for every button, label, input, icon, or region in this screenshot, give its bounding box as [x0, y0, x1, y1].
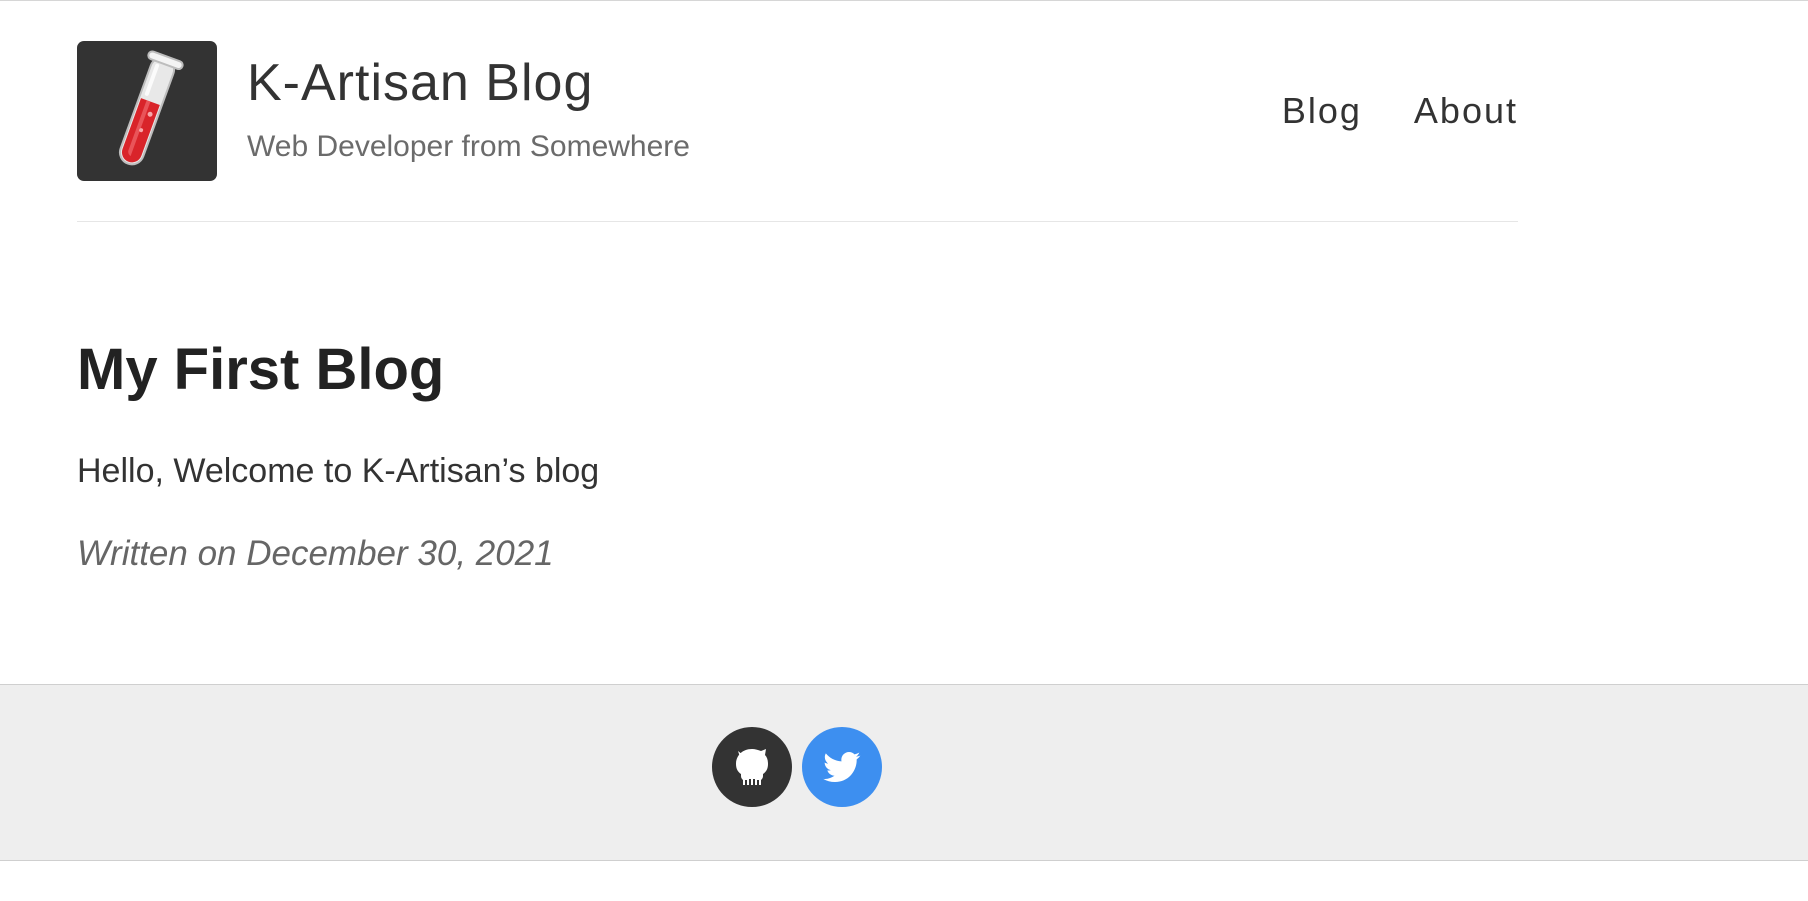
footer: [0, 684, 1808, 861]
test-tube-icon: [118, 50, 184, 166]
post-title: My First Blog: [77, 337, 445, 402]
site-title[interactable]: K-Artisan Blog: [247, 54, 593, 112]
main-nav: Blog About: [1282, 89, 1518, 132]
post-body: Hello, Welcome to K-Artisan’s blog: [77, 451, 600, 490]
twitter-link[interactable]: [802, 727, 882, 807]
site-logo-link[interactable]: [77, 41, 217, 181]
masthead: K-Artisan Blog Web Developer from Somewh…: [77, 41, 1518, 222]
post-date: Written on December 30, 2021: [77, 533, 554, 573]
top-border: [0, 0, 1808, 1]
post: My First Blog Hello, Welcome to K-Artisa…: [77, 335, 1518, 576]
nav-link-blog[interactable]: Blog: [1282, 89, 1362, 132]
github-icon: [736, 749, 768, 785]
nav-link-about[interactable]: About: [1414, 89, 1518, 132]
site-description: Web Developer from Somewhere: [247, 130, 690, 163]
github-link[interactable]: [712, 727, 792, 807]
twitter-icon: [823, 752, 861, 782]
